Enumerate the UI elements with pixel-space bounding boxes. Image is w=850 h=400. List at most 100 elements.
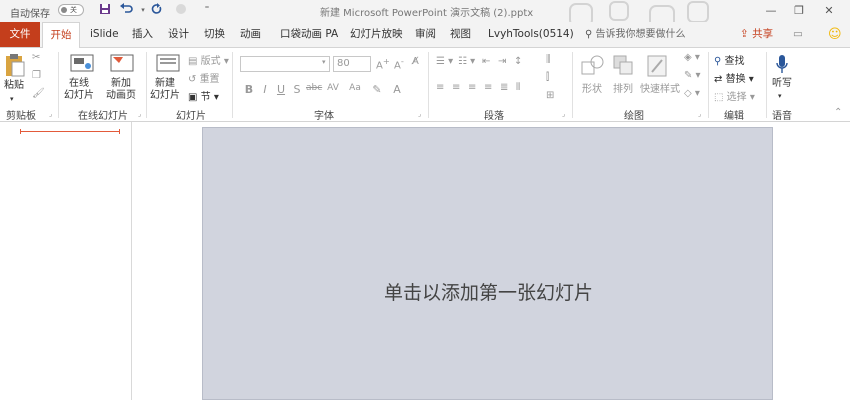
tab-view[interactable]: 视图 bbox=[450, 22, 471, 47]
tab-home[interactable]: 开始 bbox=[42, 22, 80, 48]
autosave-state: 关 bbox=[70, 6, 77, 14]
font-family-select[interactable] bbox=[240, 56, 330, 72]
record-icon[interactable] bbox=[174, 3, 188, 17]
collapse-ribbon-icon[interactable]: ⌃ bbox=[834, 107, 842, 118]
comments-icon[interactable]: ▭ bbox=[793, 22, 803, 47]
distribute-icon[interactable]: ≣ bbox=[500, 82, 508, 93]
line-spacing-icon[interactable]: ↕ bbox=[514, 56, 522, 67]
restore-button[interactable]: ❐ bbox=[790, 3, 808, 19]
shape-outline-icon[interactable]: ✎ ▾ bbox=[684, 70, 701, 81]
font-size-select[interactable]: 80 bbox=[333, 56, 371, 72]
tab-pocket-animation[interactable]: 口袋动画 PA bbox=[280, 22, 338, 47]
align-center-icon[interactable]: ≡ bbox=[452, 82, 460, 93]
tab-transitions[interactable]: 切换 bbox=[204, 22, 225, 47]
tab-file[interactable]: 文件 bbox=[0, 22, 40, 47]
shape-fill-icon[interactable]: ◈ ▾ bbox=[684, 52, 700, 63]
columns-icon[interactable]: ⫴ bbox=[516, 82, 520, 93]
add-first-slide-prompt[interactable]: 单击以添加第一张幻灯片 bbox=[203, 278, 774, 305]
align-right-icon[interactable]: ≡ bbox=[468, 82, 476, 93]
convert-smartart-icon[interactable]: ⊞ bbox=[546, 90, 554, 101]
increase-indent-icon[interactable]: ⇥ bbox=[498, 56, 506, 67]
replace-icon: ⇄ bbox=[714, 74, 723, 85]
arrange-button[interactable]: 排列 bbox=[613, 80, 633, 95]
font-color-icon[interactable]: A bbox=[390, 83, 404, 96]
highlight-icon[interactable]: ✎ bbox=[370, 83, 384, 96]
layout-button[interactable]: ▤ 版式 ▾ bbox=[188, 52, 229, 67]
section-button[interactable]: ▣ 节 ▾ bbox=[188, 88, 219, 103]
dictate-button[interactable]: 听写 bbox=[772, 78, 792, 90]
tab-design[interactable]: 设计 bbox=[168, 22, 189, 47]
shapes-icon[interactable] bbox=[580, 54, 606, 78]
font-family-dropdown-icon[interactable]: ▾ bbox=[322, 58, 326, 66]
numbering-icon[interactable]: ☷ ▾ bbox=[458, 56, 475, 67]
undo-dropdown-icon[interactable]: ▾ bbox=[136, 3, 150, 17]
online-slides-button[interactable]: 在线 幻灯片 bbox=[64, 78, 94, 102]
replace-button[interactable]: ⇄ 替换 ▾ bbox=[714, 70, 754, 85]
clipboard-launcher-icon[interactable]: ⌟ bbox=[49, 110, 52, 118]
copy-icon[interactable]: ❐ bbox=[32, 70, 41, 81]
replace-label: 替换 bbox=[725, 74, 746, 85]
tab-review[interactable]: 审阅 bbox=[415, 22, 436, 47]
italic-icon[interactable]: I bbox=[258, 83, 272, 96]
find-button[interactable]: ⚲ 查找 bbox=[714, 52, 745, 67]
increase-font-icon[interactable]: A+ bbox=[376, 56, 390, 71]
autosave-label: 自动保存 bbox=[10, 9, 50, 20]
close-button[interactable]: ✕ bbox=[820, 3, 838, 19]
select-button[interactable]: ⬚ 选择 ▾ bbox=[714, 88, 755, 103]
bold-icon[interactable]: B bbox=[242, 83, 256, 96]
decrease-font-icon[interactable]: A- bbox=[394, 56, 404, 71]
cut-icon[interactable]: ✂ bbox=[32, 52, 40, 63]
drawing-launcher-icon[interactable]: ⌟ bbox=[698, 110, 701, 118]
font-launcher-icon[interactable]: ⌟ bbox=[418, 110, 421, 118]
decrease-indent-icon[interactable]: ⇤ bbox=[482, 56, 490, 67]
change-case-icon[interactable]: Aa bbox=[348, 83, 362, 93]
arrange-icon[interactable] bbox=[612, 54, 634, 78]
paste-icon[interactable] bbox=[4, 52, 26, 78]
tell-me-search[interactable]: ⚲ 告诉我你想要做什么 bbox=[585, 22, 686, 47]
new-slide-button[interactable]: 新建 幻灯片 bbox=[150, 78, 180, 102]
paragraph-launcher-icon[interactable]: ⌟ bbox=[562, 110, 565, 118]
shape-effects-icon[interactable]: ◇ ▾ bbox=[684, 88, 700, 99]
save-icon[interactable] bbox=[98, 3, 112, 17]
tab-slideshow[interactable]: 幻灯片放映 bbox=[350, 22, 403, 47]
new-slide-icon[interactable] bbox=[156, 54, 180, 72]
group-slides-label: 幻灯片 bbox=[176, 111, 206, 122]
redo-icon[interactable] bbox=[150, 3, 164, 17]
customize-quick-access-icon[interactable]: ⁼ bbox=[200, 3, 214, 17]
strikethrough-icon[interactable]: abc bbox=[306, 83, 322, 93]
clear-formatting-icon[interactable]: A̸ bbox=[412, 56, 419, 67]
text-direction-icon[interactable]: ⫼ bbox=[546, 54, 551, 65]
online-slides-launcher-icon[interactable]: ⌟ bbox=[138, 110, 141, 118]
online-slides-icon[interactable] bbox=[70, 54, 94, 72]
character-spacing-icon[interactable]: AV bbox=[326, 83, 340, 93]
justify-icon[interactable]: ≡ bbox=[484, 82, 492, 93]
bullets-icon[interactable]: ☰ ▾ bbox=[436, 56, 453, 67]
new-animation-page-icon[interactable] bbox=[110, 54, 134, 72]
minimize-button[interactable]: — bbox=[762, 3, 780, 19]
align-left-icon[interactable]: ≡ bbox=[436, 82, 444, 93]
reset-button[interactable]: ↺ 重置 bbox=[188, 70, 220, 85]
smiley-feedback-icon[interactable]: ☺ bbox=[828, 22, 842, 47]
underline-icon[interactable]: U bbox=[274, 83, 288, 96]
quick-styles-icon[interactable] bbox=[646, 54, 668, 78]
tab-lvyhtools[interactable]: LvyhTools(0514) bbox=[488, 22, 574, 47]
dictate-dropdown-icon[interactable]: ▾ bbox=[778, 90, 782, 102]
share-label: 共享 bbox=[752, 28, 774, 40]
autosave-toggle[interactable]: 关 bbox=[58, 4, 84, 16]
quick-styles-button[interactable]: 快速样式 bbox=[640, 80, 680, 95]
shapes-button[interactable]: 形状 bbox=[582, 80, 602, 95]
share-button[interactable]: ⇪ 共享 bbox=[740, 22, 773, 47]
tab-animations[interactable]: 动画 bbox=[240, 22, 261, 47]
tab-islide[interactable]: iSlide bbox=[90, 22, 119, 47]
new-animation-page-button[interactable]: 新加 动画页 bbox=[106, 78, 136, 102]
slide-canvas[interactable]: 单击以添加第一张幻灯片 bbox=[202, 127, 773, 400]
tab-insert[interactable]: 插入 bbox=[132, 22, 153, 47]
shadow-icon[interactable]: S bbox=[290, 83, 304, 96]
slide-thumbnail-pane[interactable] bbox=[0, 122, 132, 400]
microphone-icon[interactable] bbox=[775, 54, 789, 76]
paste-dropdown-icon[interactable]: ▾ bbox=[10, 93, 14, 105]
paste-button[interactable]: 粘贴 bbox=[4, 80, 24, 92]
align-text-icon[interactable]: ⫿ bbox=[546, 72, 549, 83]
format-painter-icon[interactable]: 🖌 bbox=[32, 88, 45, 99]
undo-icon[interactable] bbox=[120, 3, 134, 17]
